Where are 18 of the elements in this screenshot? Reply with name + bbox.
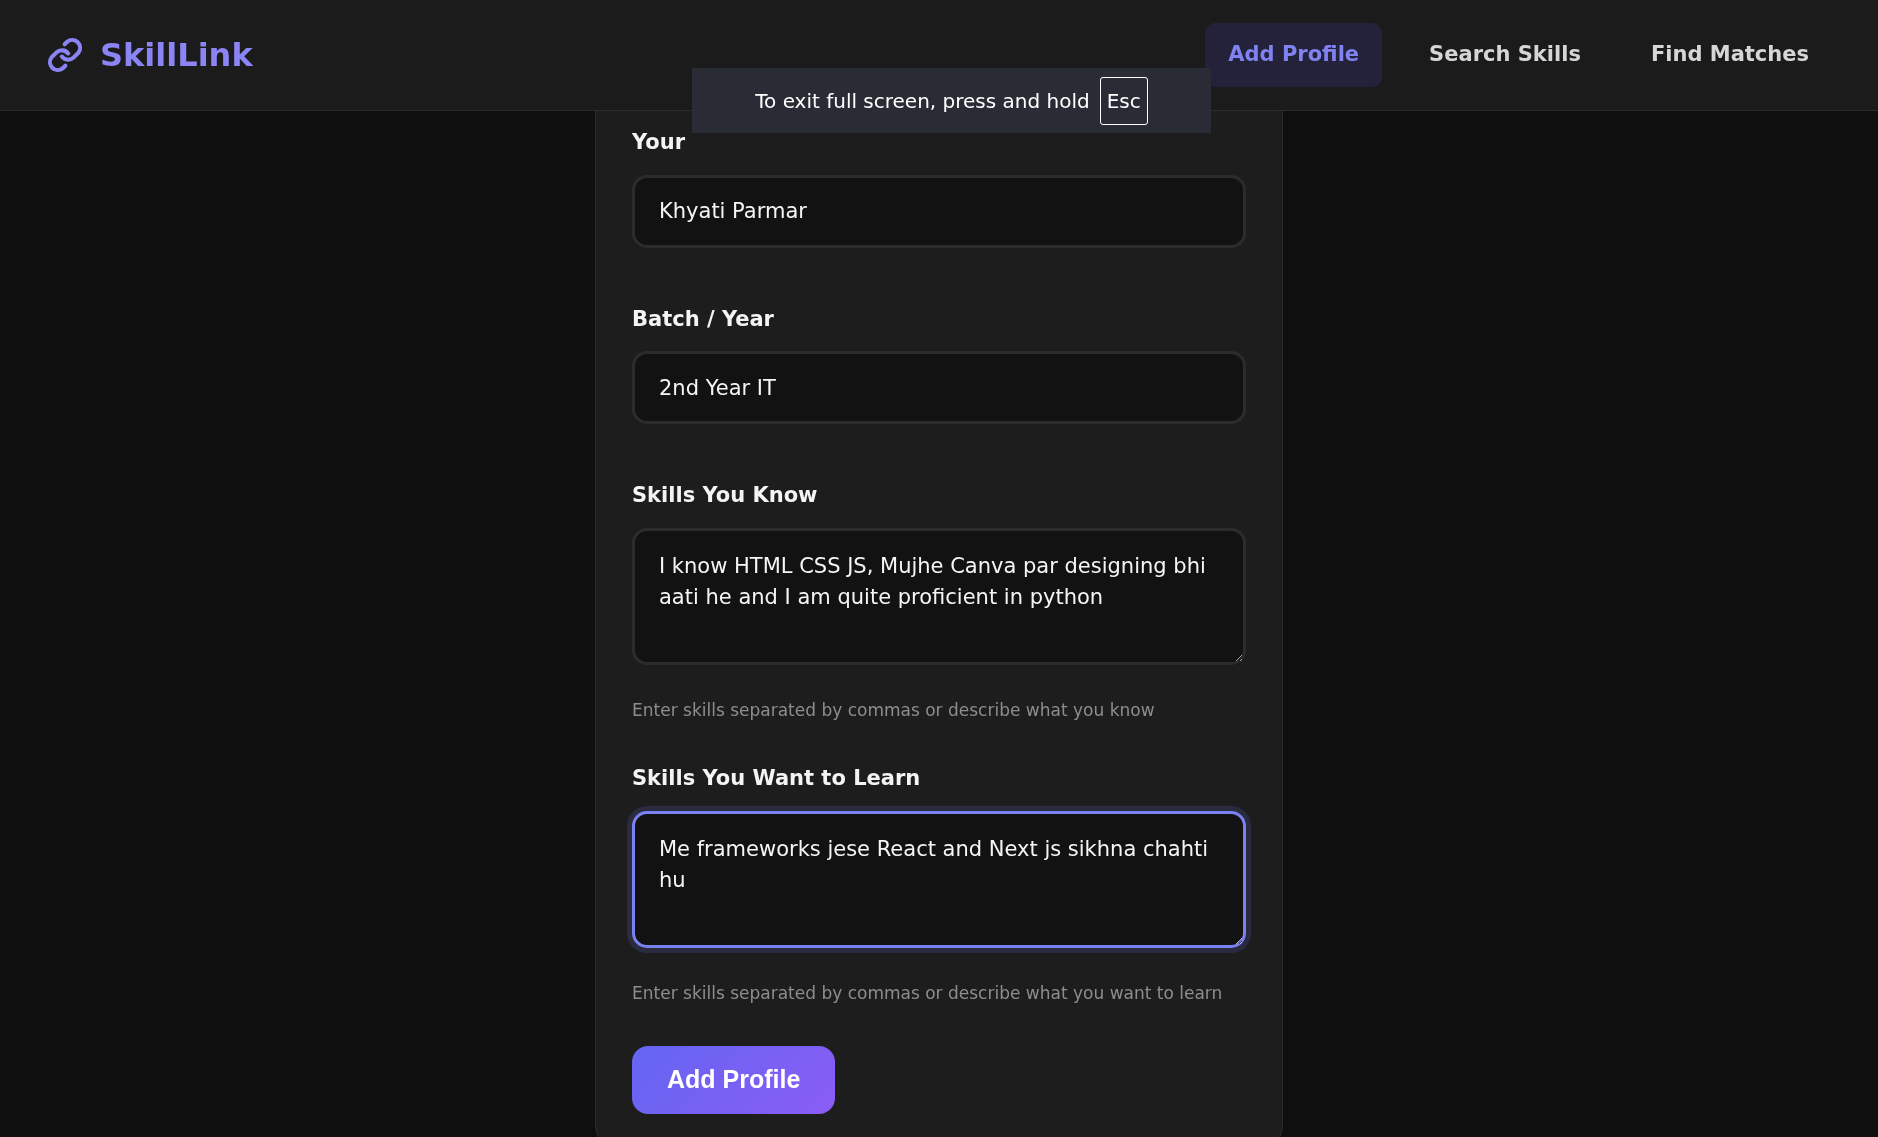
nav-tab[interactable]: Find Matches <box>1627 23 1832 87</box>
input-field[interactable]: 2nd Year IT <box>632 351 1246 424</box>
text-area[interactable]: I know HTML CSS JS, Mujhe Canva par designing bhi aati he and I am quite proficient in python <box>632 527 1246 665</box>
text-area[interactable]: Me frameworks jese React and Next js sikhna chahti hu <box>632 810 1246 948</box>
link-icon <box>46 36 84 74</box>
brand-name[interactable]: SkillLink <box>100 31 253 79</box>
esc-key: Esc <box>1099 76 1148 125</box>
field-label: Skills You Want to Learn <box>632 765 922 792</box>
notice-text: To exit full screen, press and hold <box>755 87 1090 115</box>
field-label: Skills You Know <box>632 482 819 509</box>
nav-tab[interactable]: Search Skills <box>1406 23 1604 87</box>
field-label: Batch / Year <box>632 305 775 333</box>
help-text: Enter skills separated by commas or describe what you want to learn <box>632 981 1224 1005</box>
field-label: Your <box>632 129 686 156</box>
help-text: Enter skills separated by commas or describe what you know <box>632 698 1156 722</box>
input-field[interactable]: Khyati Parmar <box>632 174 1246 248</box>
submit-button[interactable]: Add Profile <box>632 1046 836 1114</box>
nav-tab[interactable]: Add Profile <box>1205 23 1383 87</box>
